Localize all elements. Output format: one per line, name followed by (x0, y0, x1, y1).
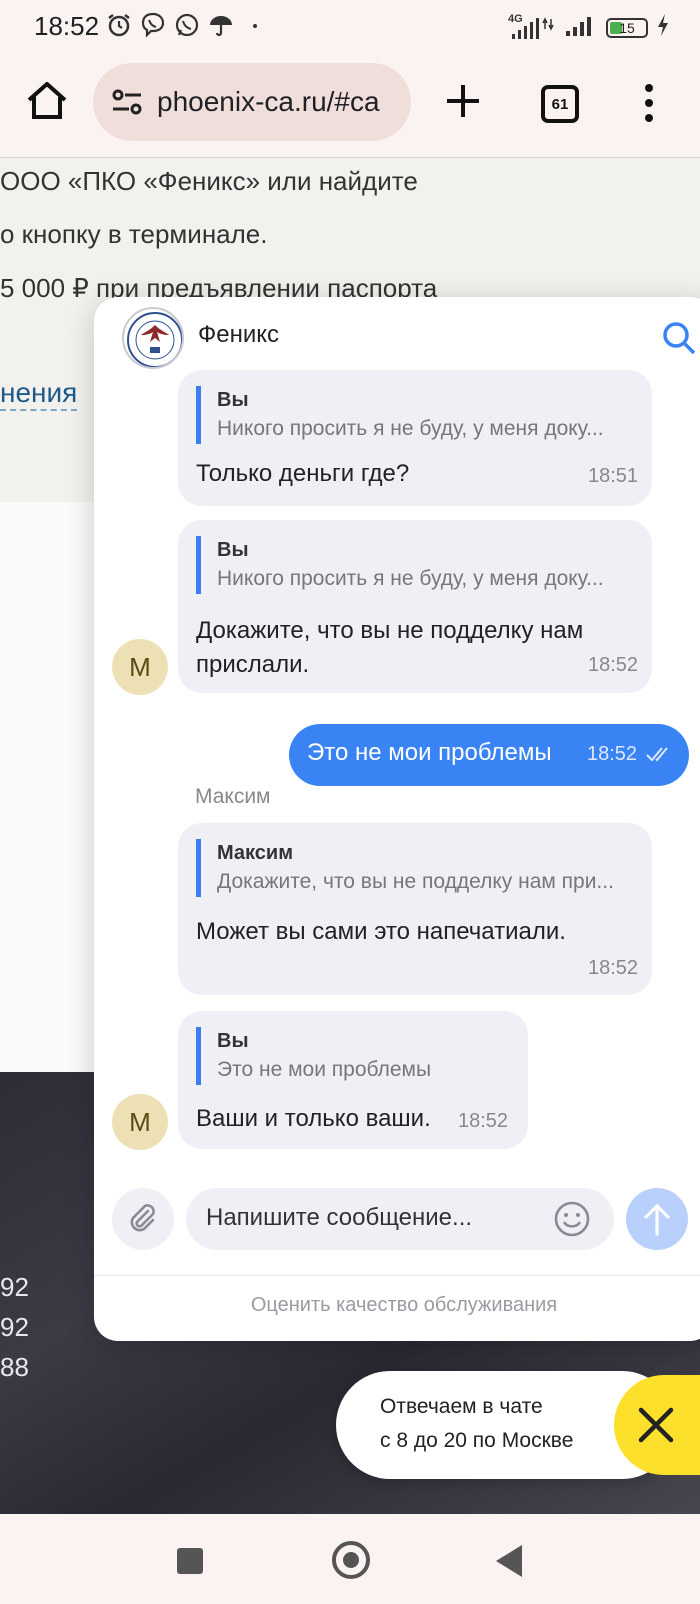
address-bar[interactable]: phoenix-ca.ru/#ca (93, 63, 411, 141)
alarm-icon (106, 12, 132, 38)
rate-service-link[interactable]: Оценить качество обслуживания (94, 1294, 700, 1317)
quote-text: Никого просить я не буду, у меня доку... (217, 567, 604, 590)
menu-button[interactable] (643, 82, 655, 124)
search-icon (663, 322, 696, 355)
emoji-icon (554, 1201, 590, 1237)
message-composer: Напишите сообщение... (94, 1182, 700, 1262)
dot-icon (242, 12, 268, 38)
status-bar: 18:52 4G 15 (0, 0, 700, 52)
arrow-up-icon (644, 1203, 670, 1236)
signal-icon (562, 12, 598, 43)
chat-header: Феникс (94, 297, 700, 375)
quote-author: Вы (217, 539, 249, 561)
reply-quote: Вы Никого просить я не буду, у меня доку… (196, 536, 604, 594)
browser-toolbar: phoenix-ca.ru/#ca 61 (0, 52, 700, 156)
home-icon (27, 82, 67, 119)
home-nav-button[interactable] (332, 1541, 370, 1579)
message-text: Это не мои проблемы (307, 739, 552, 766)
page-text-line: ООО «ПКО «Феникс» или найдите (0, 166, 418, 196)
message-bubble[interactable]: Максим Докажите, что вы не подделку нам … (178, 823, 652, 995)
page-link[interactable]: нения (0, 377, 78, 411)
recent-apps-button[interactable] (177, 1548, 203, 1574)
message-text: Может вы сами это напечатиали. (196, 918, 566, 945)
quote-text: Докажите, что вы не подделку нам при... (217, 870, 614, 893)
attach-button[interactable] (112, 1188, 174, 1250)
message-bubble[interactable]: Вы Никого просить я не буду, у меня доку… (178, 520, 652, 693)
message-time: 18:52 (458, 1110, 509, 1132)
chat-title: Феникс (198, 321, 280, 348)
quote-author: Вы (217, 1030, 249, 1052)
page-text-line: о кнопку в терминале. (0, 219, 268, 249)
plus-icon (447, 85, 479, 117)
battery-icon: 15 (606, 17, 648, 38)
avatar: М (112, 639, 168, 695)
emoji-button[interactable] (552, 1199, 592, 1239)
message-time: 18:52 (588, 654, 639, 676)
viber-icon (140, 12, 166, 38)
sender-name: Максим (195, 785, 271, 808)
charging-icon (656, 13, 670, 42)
chat-widget: Феникс Вы Никого просить я не буду, у ме… (94, 297, 700, 1341)
home-button[interactable] (24, 78, 70, 124)
quote-text: Никого просить я не буду, у меня доку... (217, 417, 604, 440)
send-button[interactable] (626, 1188, 688, 1250)
quote-author: Максим (217, 842, 293, 864)
double-check-icon (646, 747, 668, 762)
message-input[interactable]: Напишите сообщение... (186, 1188, 614, 1250)
hours-line: с 8 до 20 по Москве (380, 1429, 574, 1452)
message-bubble[interactable]: Вы Это не мои проблемы Ваши и только ваш… (178, 1011, 528, 1149)
message-time: 18:51 (588, 465, 639, 487)
quote-text: Это не мои проблемы (217, 1058, 432, 1081)
status-system-icons: 4G 15 (508, 12, 670, 43)
message-input-placeholder: Напишите сообщение... (206, 1204, 473, 1231)
page-number: 92 (0, 1272, 29, 1302)
site-settings-icon[interactable] (109, 84, 145, 120)
message-text: Ваши и только ваши. (196, 1105, 431, 1132)
message-time: 18:52 (587, 743, 638, 765)
company-logo (122, 307, 184, 369)
message-text: прислали. (196, 651, 310, 678)
whatsapp-icon (174, 12, 200, 38)
message-time: 18:52 (588, 957, 639, 979)
reply-quote: Вы Никого просить я не буду, у меня доку… (196, 386, 604, 444)
outgoing-message-bubble[interactable]: Это не мои проблемы 18:52 (289, 724, 689, 786)
status-notification-icons (106, 12, 268, 38)
more-vert-icon (645, 84, 653, 122)
reply-quote: Вы Это не мои проблемы (196, 1027, 431, 1085)
status-time: 18:52 (34, 11, 100, 41)
quote-author: Вы (217, 389, 249, 411)
url-text: phoenix-ca.ru/#ca (157, 86, 380, 117)
chat-footer: Оценить качество обслуживания (94, 1275, 700, 1341)
reply-quote: Максим Докажите, что вы не подделку нам … (196, 839, 614, 897)
message-text: Докажите, что вы не подделку нам (196, 617, 584, 644)
paperclip-icon (130, 1204, 155, 1232)
signal-4g-icon: 4G (508, 13, 554, 41)
new-tab-button[interactable] (440, 76, 486, 126)
tab-switcher-button[interactable]: 61 (541, 85, 579, 123)
page-number: 92 (0, 1312, 29, 1342)
back-button[interactable] (496, 1545, 522, 1577)
message-bubble[interactable]: Вы Никого просить я не буду, у меня доку… (178, 370, 652, 506)
avatar: М (112, 1094, 168, 1150)
search-button[interactable] (662, 321, 696, 355)
umbrella-icon (208, 12, 234, 38)
system-navigation-bar (0, 1514, 700, 1604)
message-text: Только деньги где? (196, 460, 410, 487)
hours-line: Отвечаем в чате (380, 1395, 543, 1418)
battery-level: 15 (619, 19, 635, 36)
close-icon (638, 1407, 674, 1443)
page-number: 88 (0, 1352, 29, 1382)
